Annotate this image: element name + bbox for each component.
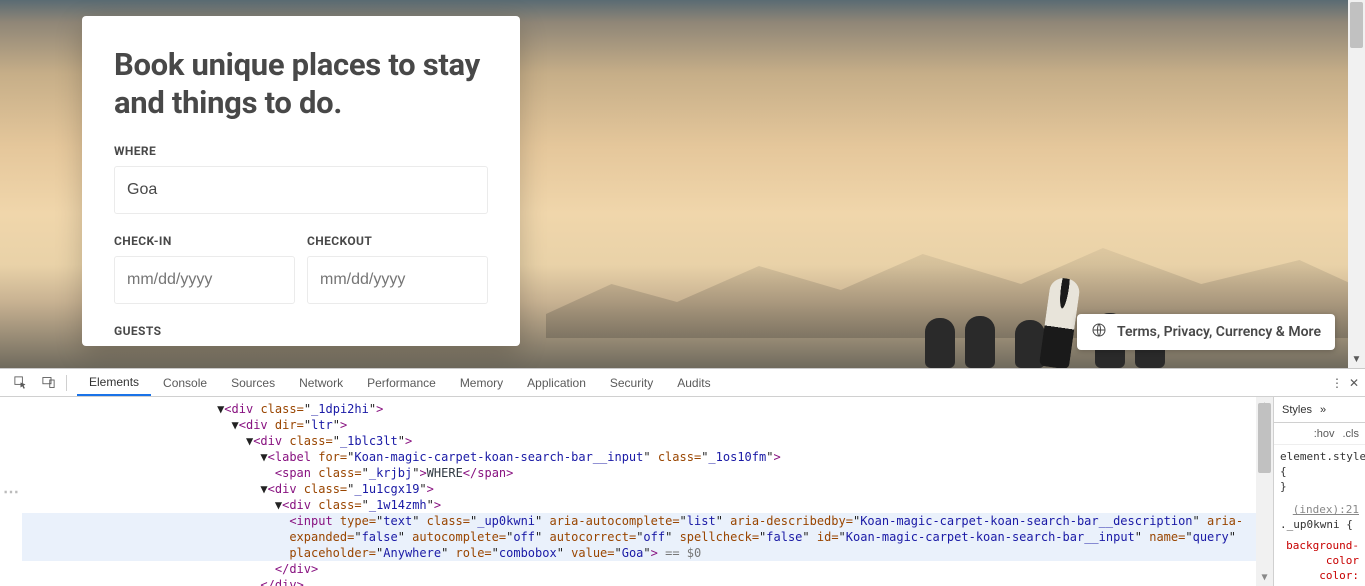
elements-dom-tree[interactable]: ▼<div class="_1dpi2hi"> ▼<div dir="ltr">…	[22, 397, 1273, 586]
where-input[interactable]	[114, 166, 488, 214]
hov-toggle[interactable]: :hov	[1314, 428, 1335, 440]
dom-scrollbar[interactable]: ▲ ▼	[1256, 397, 1273, 586]
headline: Book unique places to stay and things to…	[114, 46, 488, 122]
checkin-input[interactable]	[114, 256, 295, 304]
checkin-label: CHECK-IN	[114, 234, 295, 248]
devtools-kebab-icon[interactable]: ⋮	[1331, 376, 1343, 390]
devtools-tab-application[interactable]: Application	[515, 369, 598, 396]
where-label: WHERE	[114, 144, 488, 158]
scroll-thumb[interactable]	[1258, 403, 1271, 473]
checkout-label: CHECKOUT	[307, 234, 488, 248]
devtools-tab-network[interactable]: Network	[287, 369, 355, 396]
devtools-tab-sources[interactable]: Sources	[219, 369, 287, 396]
device-toolbar-icon[interactable]	[34, 369, 62, 397]
devtools-tab-performance[interactable]: Performance	[355, 369, 448, 396]
styles-more-icon[interactable]: »	[1320, 404, 1326, 416]
scroll-thumb[interactable]	[1350, 2, 1363, 48]
guests-label: GUESTS	[114, 324, 488, 338]
globe-icon	[1091, 322, 1107, 342]
devtools-tab-console[interactable]: Console	[151, 369, 219, 396]
styles-tab[interactable]: Styles	[1282, 404, 1312, 416]
devtools-tab-memory[interactable]: Memory	[448, 369, 515, 396]
where-field: WHERE	[114, 144, 488, 214]
devtools-gutter: ⋯	[0, 397, 22, 586]
devtools-panel: ElementsConsoleSourcesNetworkPerformance…	[0, 368, 1365, 586]
search-card: Book unique places to stay and things to…	[82, 16, 520, 346]
styles-rules[interactable]: element.style { } (index):21 ._up0kwni {…	[1274, 445, 1365, 586]
devtools-tab-audits[interactable]: Audits	[665, 369, 722, 396]
scroll-down-arrow-icon[interactable]: ▼	[1256, 569, 1273, 586]
inspect-element-icon[interactable]	[6, 369, 34, 397]
checkout-field: CHECKOUT	[307, 234, 488, 304]
people-silhouette	[925, 258, 1185, 368]
separator	[66, 375, 67, 391]
footer-links-label: Terms, Privacy, Currency & More	[1117, 324, 1321, 340]
footer-links-chip[interactable]: Terms, Privacy, Currency & More	[1077, 314, 1335, 350]
devtools-close-icon[interactable]: ✕	[1349, 376, 1359, 390]
devtools-tabbar: ElementsConsoleSourcesNetworkPerformance…	[0, 369, 1365, 397]
cls-toggle[interactable]: .cls	[1343, 428, 1360, 440]
checkin-field: CHECK-IN	[114, 234, 295, 304]
styles-panel: Styles » :hov .cls element.style { } (in…	[1273, 397, 1365, 586]
devtools-tab-security[interactable]: Security	[598, 369, 665, 396]
checkout-input[interactable]	[307, 256, 488, 304]
page-viewport: Book unique places to stay and things to…	[0, 0, 1365, 368]
page-scrollbar[interactable]: ▲ ▼	[1348, 0, 1365, 368]
scroll-down-arrow-icon[interactable]: ▼	[1348, 351, 1365, 368]
guests-field: GUESTS	[114, 324, 488, 338]
devtools-tab-elements[interactable]: Elements	[77, 369, 151, 396]
